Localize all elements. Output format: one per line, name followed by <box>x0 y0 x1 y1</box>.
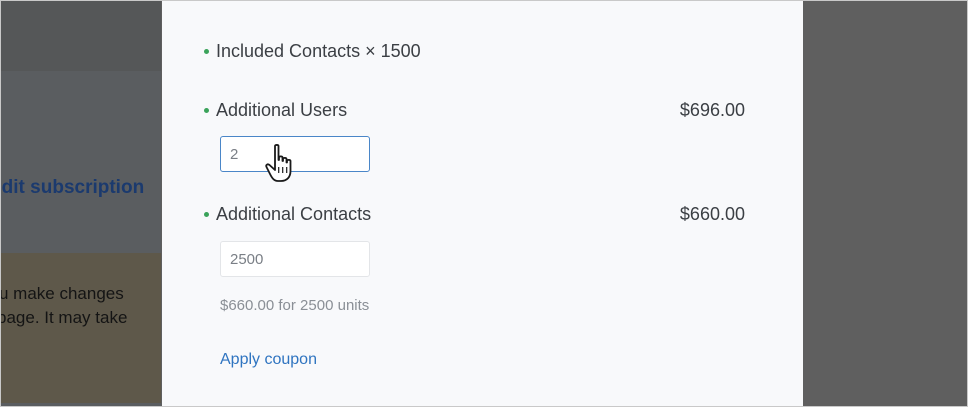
additional-contacts-input[interactable] <box>220 241 370 277</box>
background-edit-subscription-link: Edit subscription <box>0 177 145 198</box>
apply-coupon-link[interactable]: Apply coupon <box>220 351 317 369</box>
additional-contacts-label: Additional Contacts <box>216 203 372 224</box>
included-contacts-row: Included Contacts × 1500 <box>204 39 745 63</box>
background-header-band <box>1 1 161 71</box>
additional-users-label: Additional Users <box>216 99 348 120</box>
background-notice-line-2: page. It may take <box>0 308 128 327</box>
additional-contacts-price: $660.00 <box>679 203 745 224</box>
background-overlay-right <box>803 1 967 406</box>
background-notice-text: u make changes page. It may take <box>0 282 128 330</box>
additional-users-input[interactable] <box>220 136 370 172</box>
background-notice-line-1: u make changes <box>0 284 124 303</box>
additional-contacts-row: Additional Contacts $660.00 <box>204 202 745 226</box>
bullet-icon <box>204 48 209 54</box>
additional-users-row: Additional Users $696.00 <box>204 98 745 122</box>
background-page: Edit subscription u make changes page. I… <box>1 1 161 406</box>
app-frame: Edit subscription u make changes page. I… <box>0 0 968 407</box>
additional-users-price: $696.00 <box>679 99 745 120</box>
subscription-modal: Included Contacts × 1500 Additional User… <box>162 1 803 406</box>
bullet-icon <box>204 107 209 113</box>
bullet-icon <box>204 211 209 217</box>
included-contacts-label: Included Contacts × 1500 <box>216 40 421 61</box>
additional-contacts-hint: $660.00 for 2500 units <box>220 297 370 314</box>
